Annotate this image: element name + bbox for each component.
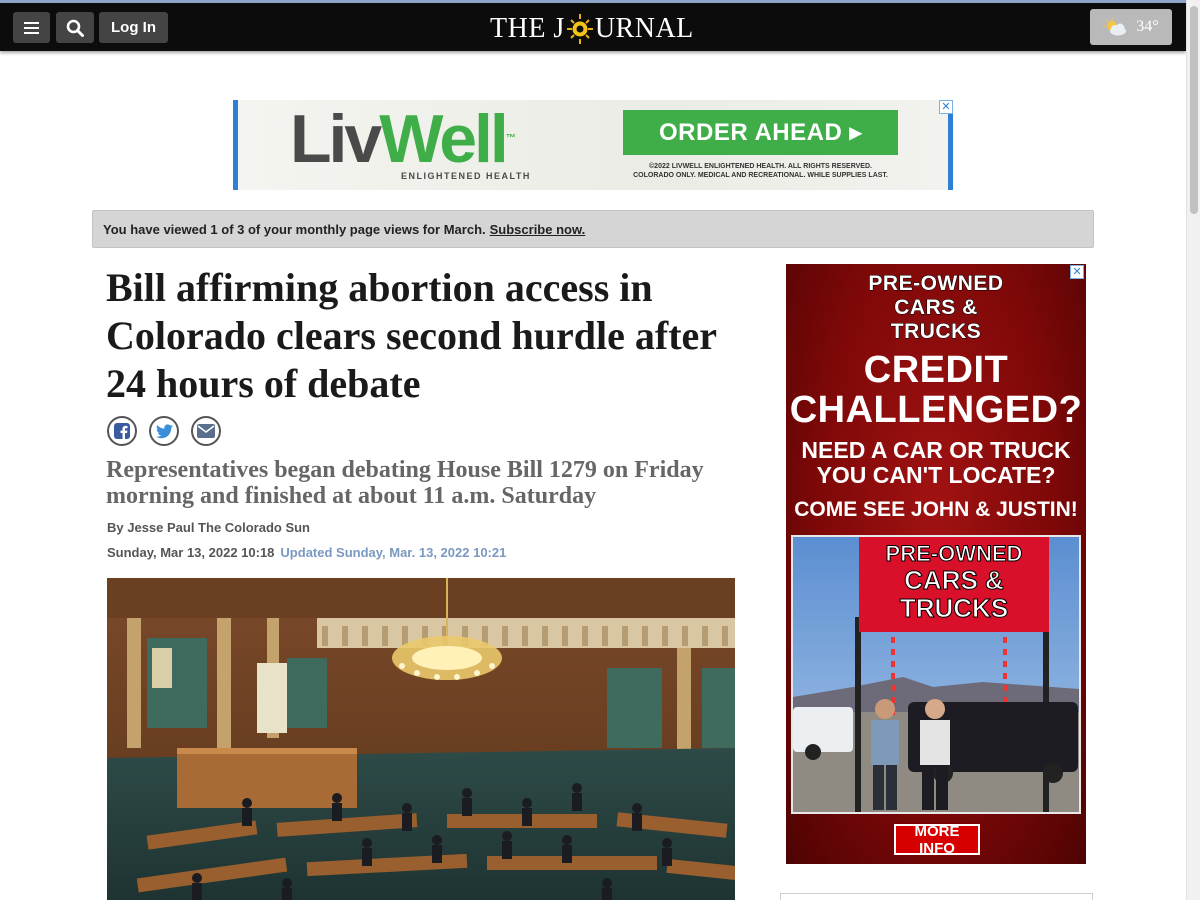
credit-challenged-text: CREDIT CHALLENGED?	[786, 350, 1086, 430]
email-share-button[interactable]	[191, 416, 221, 446]
more-info-button[interactable]: MORE INFO	[893, 823, 981, 857]
temperature: 34°	[1136, 18, 1159, 35]
weather-widget[interactable]: 34°	[1090, 9, 1172, 45]
article-dates: Sunday, Mar 13, 2022 10:18 Updated Sunday…	[107, 545, 506, 560]
search-button[interactable]	[56, 12, 94, 43]
notice-text: You have viewed 1 of 3 of your monthly p…	[103, 221, 486, 237]
logo-text-left: THE J	[490, 13, 565, 44]
search-icon	[66, 19, 84, 37]
article-photo[interactable]	[107, 578, 735, 900]
page-scrollbar[interactable]	[1186, 0, 1200, 900]
credit-line-1: CREDIT	[863, 349, 1009, 391]
subscribe-link[interactable]: Subscribe now.	[490, 222, 586, 237]
order-ahead-button[interactable]: ORDER AHEAD ▸	[623, 110, 898, 155]
legal-line-1: ©2022 LIVWELL ENLIGHTENED HEALTH. ALL RI…	[649, 163, 872, 170]
facebook-icon	[114, 423, 130, 439]
dealer-photo: PRE-OWNED CARS & TRUCKS	[791, 535, 1081, 814]
site-header: Log In THE J URNAL 34°	[0, 3, 1186, 51]
ad-headline: PRE-OWNED CARS & TRUCKS	[786, 272, 1086, 344]
sun-logo-icon	[566, 14, 593, 44]
article-subhead: Representatives began debating House Bil…	[106, 457, 704, 509]
sign-line-1: PRE-OWNED	[886, 541, 1023, 566]
ad-line-3: TRUCKS	[890, 320, 982, 344]
ad-legal-text: ©2022 LIVWELL ENLIGHTENED HEALTH. ALL RI…	[613, 162, 908, 180]
credit-line-2: CHALLENGED?	[789, 389, 1083, 431]
scrollbar-thumb[interactable]	[1190, 6, 1198, 214]
hamburger-icon	[24, 21, 39, 34]
logo-text-right: URNAL	[594, 13, 694, 44]
logo-liv: Liv	[290, 101, 382, 177]
livwell-logo: LivWell™	[290, 100, 516, 178]
email-icon	[197, 424, 215, 438]
article-byline: By Jesse Paul The Colorado Sun	[107, 520, 310, 535]
page-view-notice: You have viewed 1 of 3 of your monthly p…	[92, 210, 1094, 248]
share-buttons	[107, 416, 221, 446]
need-car-text: NEED A CAR OR TRUCK YOU CAN'T LOCATE?	[786, 438, 1086, 488]
legal-line-2: COLORADO ONLY. MEDICAL AND RECREATIONAL.…	[633, 172, 888, 179]
twitter-share-button[interactable]	[149, 416, 179, 446]
updated-date: Updated Sunday, Mar. 13, 2022 10:21	[280, 545, 507, 560]
partly-cloudy-icon	[1103, 18, 1127, 36]
dealer-sign-illustration: PRE-OWNED CARS & TRUCKS	[793, 537, 1079, 812]
need-line-2: YOU CAN'T LOCATE?	[816, 462, 1056, 488]
livwell-banner-ad[interactable]: LivWell™ ENLIGHTENED HEALTH ORDER AHEAD …	[233, 100, 953, 190]
article-headline: Bill affirming abortion access in Colora…	[106, 265, 717, 406]
facebook-share-button[interactable]	[107, 416, 137, 446]
logo-well: Well	[379, 101, 509, 177]
site-logo[interactable]: THE J URNAL	[490, 12, 694, 46]
sidebar-widget-box	[780, 893, 1093, 900]
trademark: ™	[505, 133, 516, 144]
livwell-tagline: ENLIGHTENED HEALTH	[401, 171, 531, 181]
sign-line-3: TRUCKS	[900, 593, 1008, 623]
menu-button[interactable]	[13, 12, 50, 43]
need-line-1: NEED A CAR OR TRUCK	[801, 437, 1071, 463]
chamber-illustration	[107, 578, 735, 900]
ad-line-1: PRE-OWNED	[868, 272, 1004, 296]
login-button[interactable]: Log In	[99, 12, 168, 43]
come-see-text: COME SEE JOHN & JUSTIN!	[794, 498, 1078, 521]
published-date: Sunday, Mar 13, 2022 10:18	[107, 545, 275, 560]
close-side-ad-icon[interactable]: ✕	[1070, 265, 1084, 279]
twitter-icon	[155, 423, 173, 438]
ad-line-2: CARS &	[894, 296, 978, 320]
car-dealer-ad[interactable]: PRE-OWNED CARS & TRUCKS CREDIT CHALLENGE…	[786, 264, 1086, 864]
close-ad-icon[interactable]: ✕	[939, 100, 953, 114]
sign-line-2: CARS &	[904, 565, 1004, 595]
